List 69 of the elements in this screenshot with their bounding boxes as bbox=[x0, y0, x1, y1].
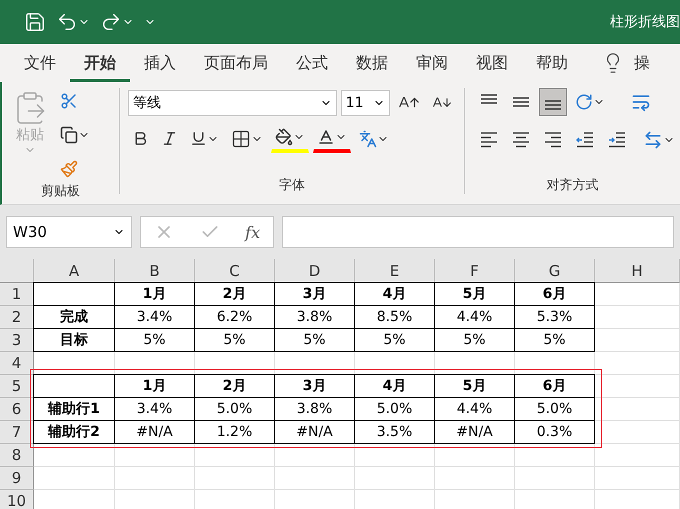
column-header[interactable]: A bbox=[34, 259, 115, 283]
ribbon-tab[interactable]: 公式 bbox=[282, 44, 342, 82]
column-header[interactable]: B bbox=[115, 259, 195, 283]
ribbon-tab[interactable]: 文件 bbox=[10, 44, 70, 82]
table-cell: 4月 bbox=[355, 374, 435, 398]
name-box[interactable]: W30 bbox=[6, 216, 132, 248]
ribbon-tab[interactable]: 审阅 bbox=[402, 44, 462, 82]
table-cell: 5% bbox=[275, 328, 355, 352]
table-cell: 辅助行1 bbox=[33, 397, 115, 421]
tell-me-label[interactable]: 操 bbox=[624, 44, 664, 82]
column-header[interactable]: D bbox=[275, 259, 355, 283]
row-header[interactable]: 10 bbox=[0, 490, 34, 509]
row-header[interactable]: 4 bbox=[0, 352, 34, 375]
row-header[interactable]: 3 bbox=[0, 329, 34, 352]
table-cell: 5% bbox=[115, 328, 195, 352]
table-cell: #N/A bbox=[435, 420, 515, 444]
table-cell: 5% bbox=[355, 328, 435, 352]
row-header[interactable]: 9 bbox=[0, 467, 34, 490]
table-cell: 1月 bbox=[115, 282, 195, 306]
table-cell: 3月 bbox=[275, 374, 355, 398]
row-header[interactable]: 2 bbox=[0, 306, 34, 329]
ribbon-tab[interactable]: 视图 bbox=[462, 44, 522, 82]
table-cell: 1月 bbox=[115, 374, 195, 398]
table-cell: 6月 bbox=[515, 374, 595, 398]
row-header[interactable]: 8 bbox=[0, 444, 34, 467]
table-cell: 0.3% bbox=[515, 420, 595, 444]
group-label: 字体 bbox=[278, 177, 306, 194]
ribbon-tab[interactable]: 帮助 bbox=[522, 44, 582, 82]
font-name-field[interactable]: 等线 bbox=[128, 90, 337, 116]
row-header[interactable]: 7 bbox=[0, 421, 34, 444]
table-cell: 辅助行2 bbox=[33, 420, 115, 444]
table-cell: 3.5% bbox=[355, 420, 435, 444]
column-header[interactable]: E bbox=[355, 259, 435, 283]
formula-input[interactable] bbox=[282, 216, 674, 248]
table-cell: 5% bbox=[435, 328, 515, 352]
table-cell: 6月 bbox=[515, 282, 595, 306]
group-label: 剪贴板 bbox=[40, 183, 81, 200]
table-cell: #N/A bbox=[275, 420, 355, 444]
font-size-field[interactable]: 11 bbox=[340, 90, 390, 116]
ribbon-tab[interactable]: 插入 bbox=[130, 44, 190, 82]
table-cell: 2月 bbox=[195, 374, 275, 398]
row-header[interactable]: 5 bbox=[0, 375, 34, 398]
table-cell: #N/A bbox=[115, 420, 195, 444]
column-header[interactable]: H bbox=[595, 259, 680, 283]
insert-function-button[interactable]: fx bbox=[245, 222, 260, 242]
row-header[interactable]: 1 bbox=[0, 283, 34, 306]
redo-icon[interactable] bbox=[100, 11, 134, 33]
table-cell: 完成 bbox=[33, 305, 115, 329]
table-cell: 1.2% bbox=[195, 420, 275, 444]
group-label: 对齐方式 bbox=[546, 177, 600, 194]
table-cell: 5% bbox=[515, 328, 595, 352]
undo-icon[interactable] bbox=[56, 11, 90, 33]
row-header[interactable]: 6 bbox=[0, 398, 34, 421]
column-header[interactable]: F bbox=[435, 259, 515, 283]
table-cell: 5月 bbox=[435, 374, 515, 398]
table-cell: 4月 bbox=[355, 282, 435, 306]
table-cell: 5月 bbox=[435, 282, 515, 306]
window-title: 柱形折线图 bbox=[610, 13, 680, 31]
table-cell: 目标 bbox=[33, 328, 115, 352]
column-header[interactable]: C bbox=[195, 259, 275, 283]
table-cell: 2月 bbox=[195, 282, 275, 306]
vertical-align-icon[interactable] bbox=[539, 88, 567, 116]
column-header[interactable]: G bbox=[515, 259, 595, 283]
table-cell: 3月 bbox=[275, 282, 355, 306]
ribbon-tab[interactable]: 数据 bbox=[342, 44, 402, 82]
ribbon-tab[interactable]: 开始 bbox=[70, 44, 130, 82]
ribbon-tab[interactable]: 页面布局 bbox=[190, 44, 282, 82]
table-cell: 5% bbox=[195, 328, 275, 352]
save-icon[interactable] bbox=[24, 11, 46, 33]
